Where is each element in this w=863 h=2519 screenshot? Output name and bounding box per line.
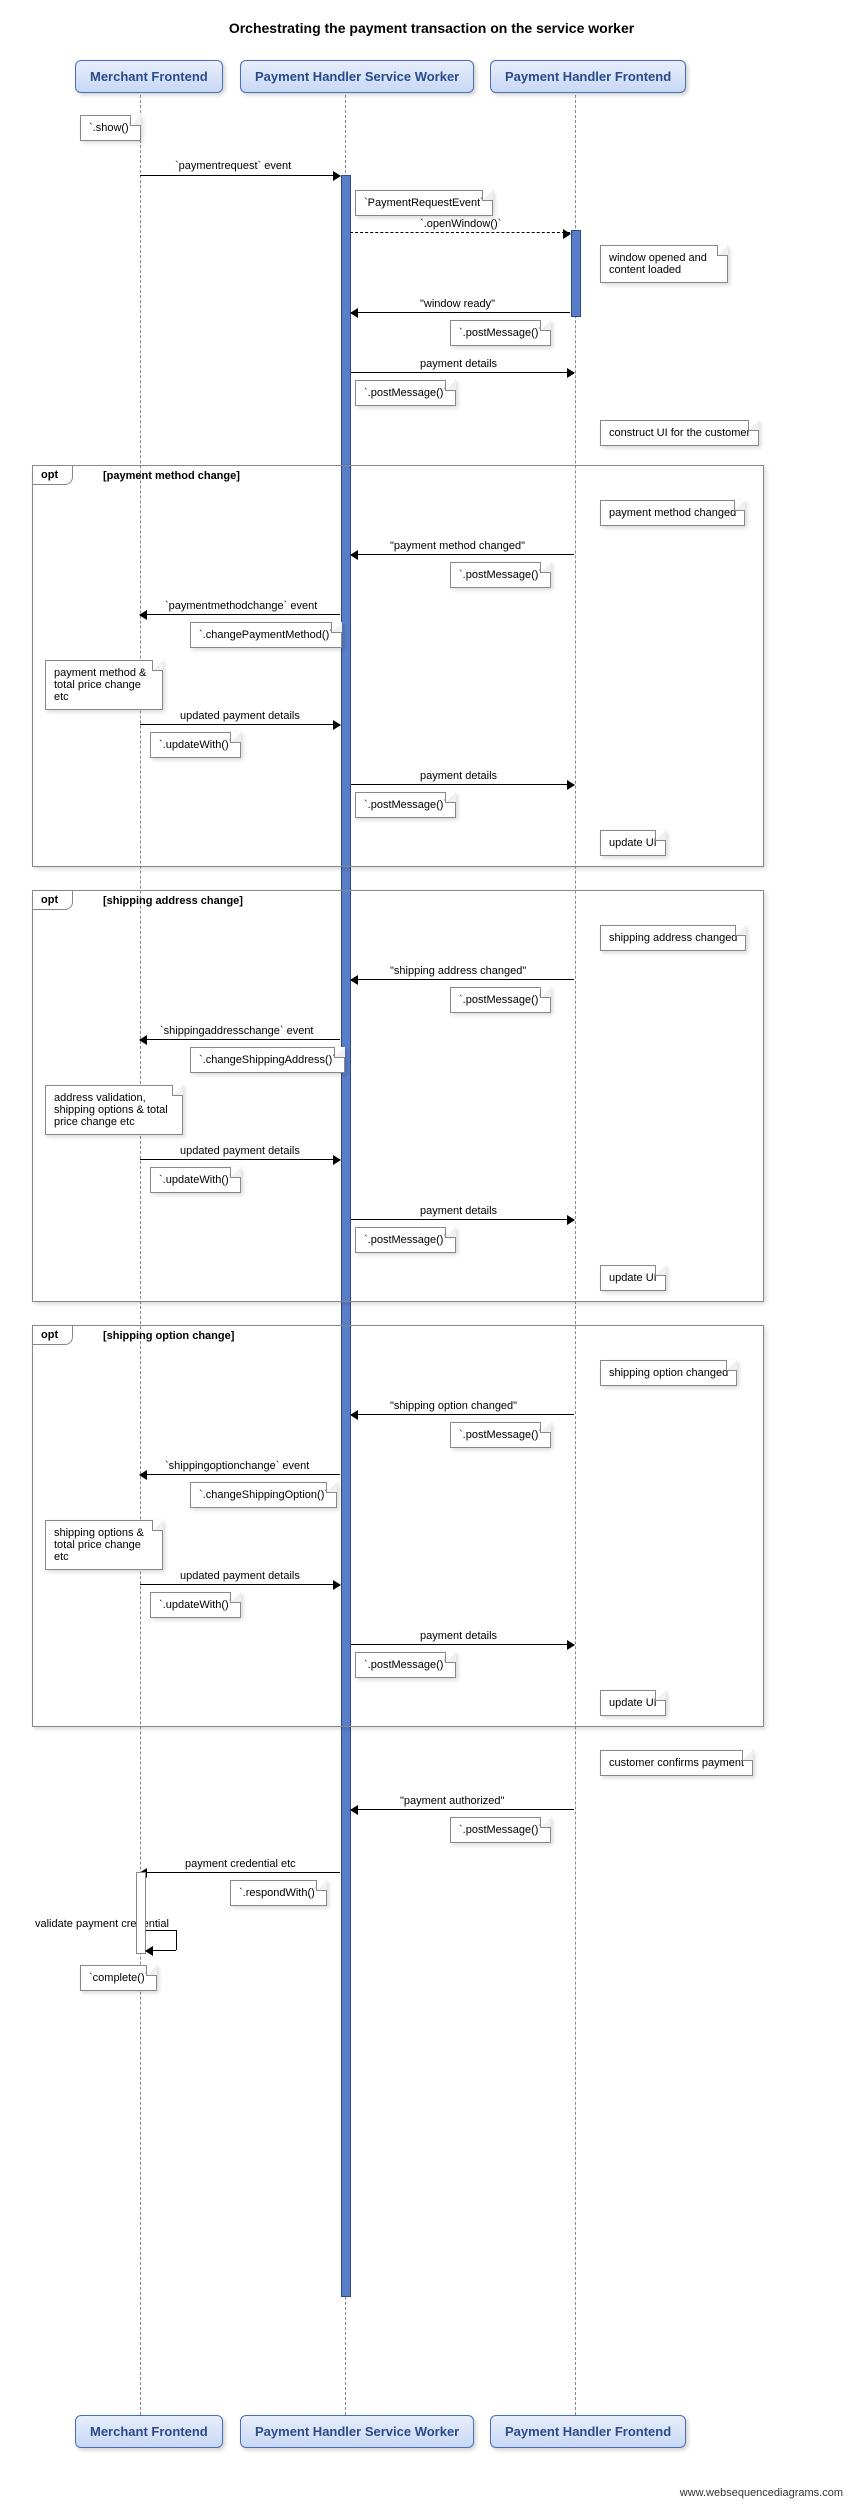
- opt-tab-pmc: opt: [32, 465, 73, 485]
- msg-upd3: updated payment details: [180, 1570, 300, 1582]
- msg-validate: validate payment credential: [35, 1918, 169, 1930]
- actor-handler-top: Payment Handler Frontend: [490, 60, 686, 93]
- note-csa: `.changeShippingAddress()`: [190, 1047, 345, 1073]
- arrow-pmc-event: [140, 614, 340, 615]
- arrow-pd4: [351, 1644, 574, 1645]
- msg-winready: "window ready": [420, 298, 495, 310]
- note-sac-act: shipping address changed: [600, 925, 746, 951]
- note-post1: `.postMessage()`: [450, 320, 551, 346]
- note-complete: `complete()`: [80, 1965, 157, 1991]
- arrow-payauth: [351, 1809, 574, 1810]
- msg-sac-event: `shippingaddresschange` event: [160, 1025, 314, 1037]
- opt-label-soc: [shipping option change]: [103, 1330, 234, 1342]
- note-post8: `.postMessage()`: [355, 1652, 456, 1678]
- msg-payreq: `paymentrequest` event: [175, 160, 291, 172]
- msg-paycred: payment credential etc: [185, 1858, 296, 1870]
- msg-pd3: payment details: [420, 1205, 497, 1217]
- note-updwith3: `.updateWith()`: [150, 1592, 241, 1618]
- opt-tab-soc: opt: [32, 1325, 73, 1345]
- opt-label-pmc: [payment method change]: [103, 470, 240, 482]
- activation-merchant-self: [136, 1872, 146, 1954]
- note-cso: `.changeShippingOption()`: [190, 1482, 337, 1508]
- note-updui2: update UI: [600, 1265, 666, 1291]
- note-updwith1: `.updateWith()`: [150, 732, 241, 758]
- arrow-paycred: [140, 1872, 340, 1873]
- diagram-title: Orchestrating the payment transaction on…: [20, 20, 843, 36]
- arrow-openwin: [350, 232, 570, 233]
- arrow-soc: [351, 1414, 574, 1415]
- activation-worker: [341, 175, 351, 2297]
- arrow-pd2: [351, 784, 574, 785]
- note-updui3: update UI: [600, 1690, 666, 1716]
- arrow-sac-event: [140, 1039, 340, 1040]
- note-updwith2: `.updateWith()`: [150, 1167, 241, 1193]
- note-pmc-act: payment method changed: [600, 500, 745, 526]
- note-post5: `.postMessage()`: [450, 987, 551, 1013]
- lifeline-merchant: [140, 95, 141, 2415]
- arrow-pd3: [351, 1219, 574, 1220]
- msg-payauth: "payment authorized": [400, 1795, 504, 1807]
- msg-paydetails1: payment details: [420, 358, 497, 370]
- arrow-payreq: [140, 175, 340, 176]
- arrow-upd1: [140, 724, 340, 725]
- note-updui1: update UI: [600, 830, 666, 856]
- activation-handler-1: [571, 230, 581, 317]
- note-soc-act: shipping option changed: [600, 1360, 737, 1386]
- actor-handler-bottom: Payment Handler Frontend: [490, 2415, 686, 2448]
- opt-tab-sac: opt: [32, 890, 73, 910]
- msg-pmc-event: `paymentmethodchange` event: [165, 600, 317, 612]
- note-post2: `.postMessage()`: [355, 380, 456, 406]
- arrow-winready: [351, 312, 570, 313]
- note-confirm: customer confirms payment: [600, 1750, 753, 1776]
- arrow-upd2: [140, 1159, 340, 1160]
- note-constructui: construct UI for the customer: [600, 420, 759, 446]
- actor-merchant-top: Merchant Frontend: [75, 60, 223, 93]
- msg-soc-event: `shippingoptionchange` event: [165, 1460, 309, 1472]
- note-post7: `.postMessage()`: [450, 1422, 551, 1448]
- note-cpm: `.changePaymentMethod()`: [190, 622, 342, 648]
- actor-merchant-bottom: Merchant Frontend: [75, 2415, 223, 2448]
- note-soc-note: shipping options & total price change et…: [45, 1520, 163, 1570]
- arrow-upd3: [140, 1584, 340, 1585]
- arrow-soc-event: [140, 1474, 340, 1475]
- note-post6: `.postMessage()`: [355, 1227, 456, 1253]
- actor-worker-bottom: Payment Handler Service Worker: [240, 2415, 474, 2448]
- actor-worker-top: Payment Handler Service Worker: [240, 60, 474, 93]
- msg-upd2: updated payment details: [180, 1145, 300, 1157]
- msg-pd4: payment details: [420, 1630, 497, 1642]
- opt-label-sac: [shipping address change]: [103, 895, 243, 907]
- note-sac-note: address validation, shipping options & t…: [45, 1085, 183, 1135]
- arrow-pmc: [351, 554, 574, 555]
- note-pre: `PaymentRequestEvent`: [355, 190, 493, 216]
- arrow-sac: [351, 979, 574, 980]
- credit-text: www.websequencediagrams.com: [680, 2487, 843, 2499]
- note-respond: `.respondWith()`: [230, 1880, 327, 1906]
- sequence-diagram: Orchestrating the payment transaction on…: [20, 20, 843, 2499]
- note-post3: `.postMessage()`: [450, 562, 551, 588]
- msg-pmc: "payment method changed": [390, 540, 525, 552]
- note-post4: `.postMessage()`: [355, 792, 456, 818]
- note-post9: `.postMessage()`: [450, 1817, 551, 1843]
- msg-soc: "shipping option changed": [390, 1400, 517, 1412]
- note-pmc-note: payment method & total price change etc: [45, 660, 163, 710]
- lifeline-handler: [575, 95, 576, 2415]
- msg-openwin: `.openWindow()`: [420, 218, 501, 230]
- msg-sac: "shipping address changed": [390, 965, 526, 977]
- note-winloaded: window opened and content loaded: [600, 245, 728, 283]
- msg-upd1: updated payment details: [180, 710, 300, 722]
- arrow-paydetails1: [351, 372, 574, 373]
- note-show: `.show()`: [80, 115, 141, 141]
- msg-pd2: payment details: [420, 770, 497, 782]
